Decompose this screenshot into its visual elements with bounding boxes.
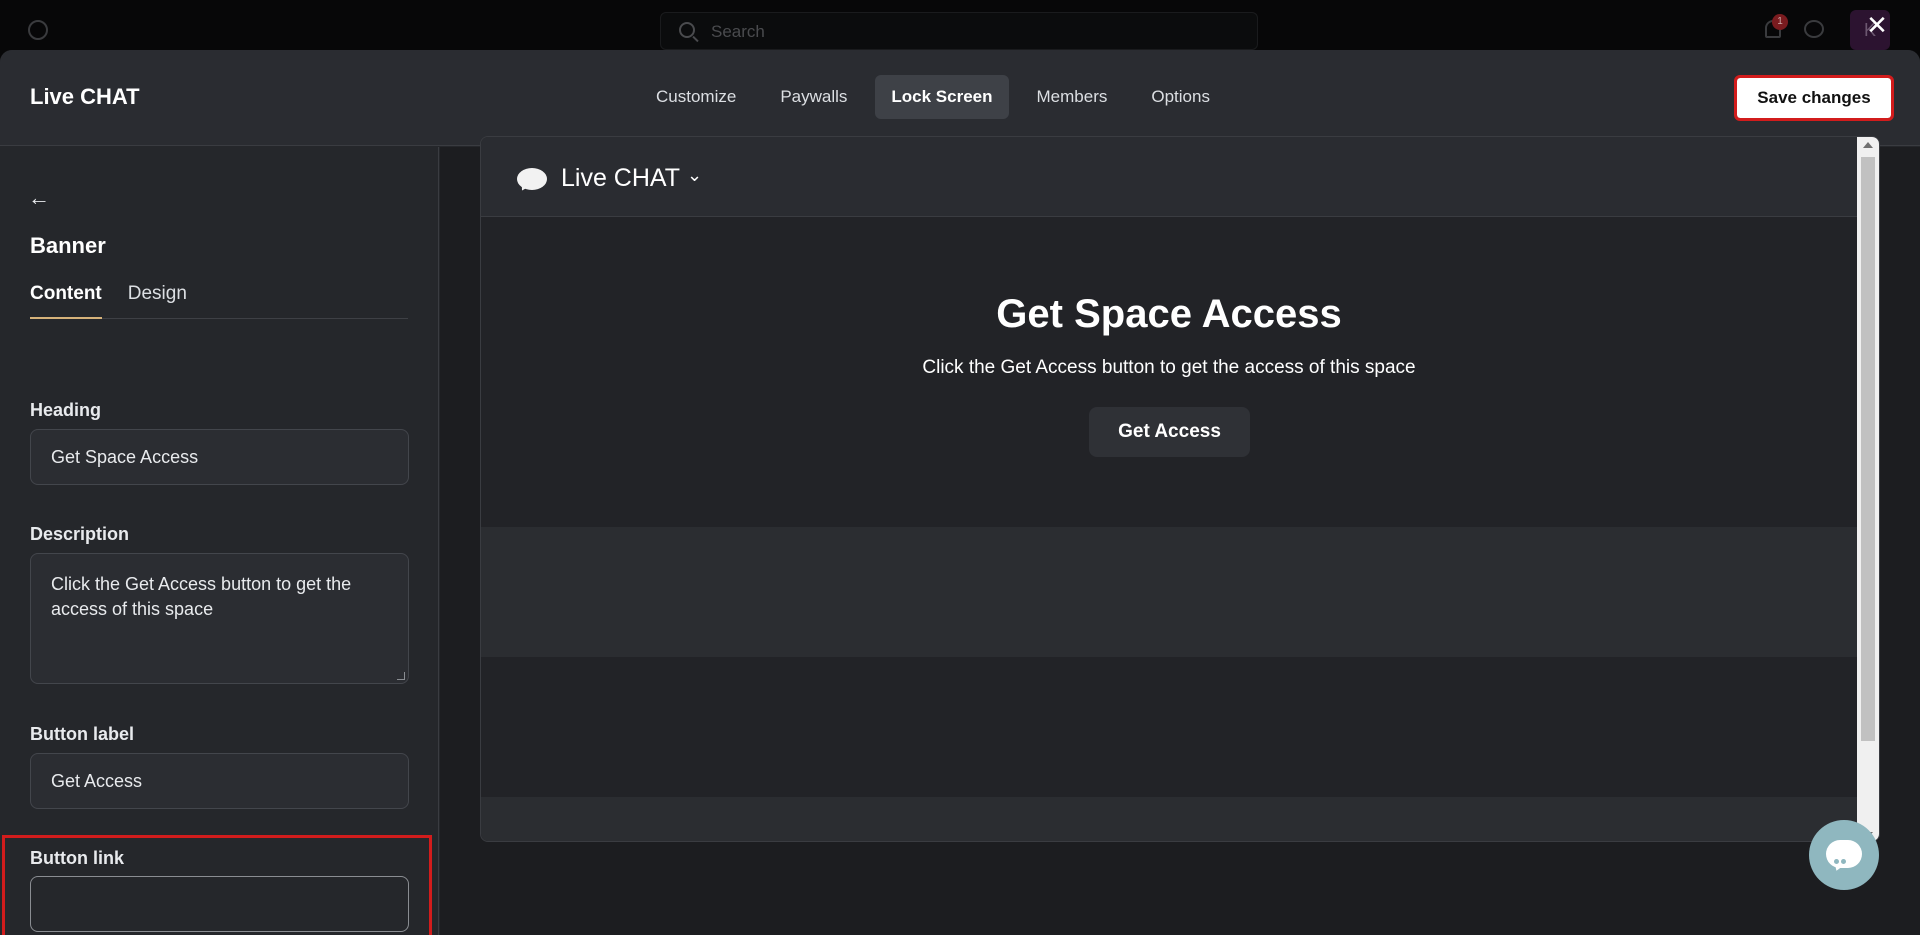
description-textarea[interactable]: Click the Get Access button to get the a… <box>30 553 409 684</box>
preview-get-access-button[interactable]: Get Access <box>1089 407 1250 457</box>
tab-paywalls[interactable]: Paywalls <box>764 75 863 119</box>
preview-placeholder-band <box>481 527 1857 657</box>
lock-screen-preview: Live CHAT ⌄ Get Space Access Click the G… <box>480 136 1880 842</box>
description-label: Description <box>30 524 130 544</box>
scroll-up-icon[interactable] <box>1863 142 1873 148</box>
support-chat-button[interactable] <box>1809 820 1879 890</box>
button-link-label: Button link <box>30 848 124 868</box>
back-arrow-icon[interactable]: ← <box>28 185 50 211</box>
modal-topbar: Live CHAT Customize Paywalls Lock Screen… <box>0 50 1920 146</box>
chat-bubble-icon <box>517 168 547 190</box>
button-label-input[interactable]: Get Access <box>30 753 409 809</box>
modal-tabs: Customize Paywalls Lock Screen Members O… <box>640 75 1226 119</box>
preview-space-header: Live CHAT ⌄ <box>481 137 1857 217</box>
preview-heading: Get Space Access <box>996 292 1342 336</box>
subtab-design[interactable]: Design <box>128 283 187 319</box>
messages-icon <box>1804 20 1824 38</box>
preview-space-name: Live CHAT <box>561 164 681 192</box>
tab-customize[interactable]: Customize <box>640 75 752 119</box>
tab-options[interactable]: Options <box>1135 75 1226 119</box>
heading-input[interactable]: Get Space Access <box>30 429 409 485</box>
heading-label: Heading <box>30 400 102 420</box>
typing-dots-icon <box>1834 851 1854 882</box>
subtab-content[interactable]: Content <box>30 283 102 319</box>
scroll-thumb[interactable] <box>1861 157 1875 741</box>
content-design-tabs: Content Design <box>30 283 408 319</box>
chevron-down-icon[interactable]: ⌄ <box>687 165 702 186</box>
tab-members[interactable]: Members <box>1021 75 1124 119</box>
app-logo-icon <box>28 20 48 40</box>
button-label-label: Button label <box>30 724 134 744</box>
search-placeholder: Search <box>711 22 765 41</box>
modal-title: Live CHAT <box>30 84 140 109</box>
description-text: Click the Get Access button to get the a… <box>51 574 352 619</box>
close-icon[interactable]: ✕ <box>1862 10 1892 40</box>
panel-title: Banner <box>30 233 106 258</box>
resize-handle-icon[interactable] <box>397 672 405 680</box>
search-icon <box>679 22 695 38</box>
save-changes-button[interactable]: Save changes <box>1734 75 1894 121</box>
tab-lock-screen[interactable]: Lock Screen <box>875 75 1009 119</box>
preview-description: Click the Get Access button to get the a… <box>922 357 1416 378</box>
notification-badge: 1 <box>1772 14 1788 30</box>
global-search: Search <box>660 12 1258 50</box>
banner-settings-panel: ← Banner Content Design Heading Get Spac… <box>0 147 439 935</box>
preview-placeholder-band <box>481 797 1857 841</box>
preview-scrollbar[interactable] <box>1857 137 1879 841</box>
button-link-input[interactable] <box>30 876 409 932</box>
